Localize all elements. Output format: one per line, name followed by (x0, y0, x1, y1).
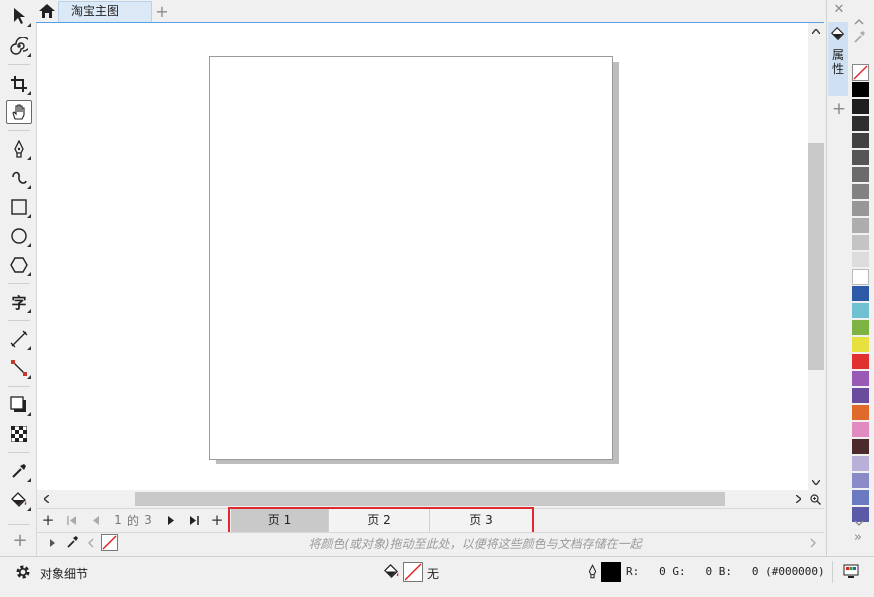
pan-tool-icon[interactable] (6, 100, 32, 124)
color-swatch[interactable] (852, 490, 869, 506)
transparency-tool-icon[interactable] (6, 422, 32, 446)
shadow-tool-icon[interactable] (6, 393, 32, 417)
pick-tool-icon[interactable] (6, 4, 32, 28)
current-page-number: 1 (114, 513, 122, 527)
total-pages-number: 3 (144, 513, 152, 527)
no-color-swatch-icon[interactable] (101, 534, 118, 551)
color-swatch[interactable] (852, 337, 869, 353)
palette-expand-icon[interactable]: » (854, 531, 866, 544)
outline-pen-icon (587, 563, 599, 581)
ellipse-tool-icon[interactable] (6, 224, 32, 248)
color-swatch[interactable] (852, 184, 869, 200)
text-tool-icon[interactable]: 字 (6, 290, 32, 314)
status-divider (832, 561, 833, 583)
color-swatch[interactable] (852, 82, 869, 98)
zoom-icon[interactable] (807, 491, 823, 507)
color-swatch[interactable] (852, 405, 869, 421)
scroll-left-icon[interactable] (38, 491, 54, 507)
previous-page-icon[interactable] (87, 510, 103, 530)
color-swatch[interactable] (852, 456, 869, 472)
connector-tool-icon[interactable] (6, 356, 32, 380)
color-swatch[interactable] (852, 252, 869, 268)
palette-down-icon[interactable] (854, 515, 866, 526)
page-tabs-highlight (228, 507, 534, 534)
outline-color-value: R: 0 G: 0 B: 0 (#000000) (626, 565, 825, 578)
close-docker-icon[interactable]: ✕ (832, 3, 846, 17)
color-swatch[interactable] (852, 388, 869, 404)
color-swatch[interactable] (852, 150, 869, 166)
horizontal-scroll-thumb[interactable] (135, 492, 725, 506)
color-swatch[interactable] (852, 167, 869, 183)
home-icon[interactable] (36, 0, 58, 22)
palette-eyedropper-icon[interactable] (66, 535, 80, 551)
color-swatch[interactable] (852, 439, 869, 455)
color-swatch[interactable] (852, 201, 869, 217)
palette-eyedropper-icon[interactable] (853, 30, 867, 44)
properties-icon (830, 26, 846, 44)
document-page[interactable] (209, 56, 613, 460)
palette-scroll-right-icon[interactable] (810, 537, 820, 549)
polygon-tool-icon[interactable] (6, 253, 32, 277)
color-swatch[interactable] (852, 116, 869, 132)
pen-tool-icon[interactable] (6, 137, 32, 161)
add-docker-button[interactable]: + (831, 100, 847, 118)
color-swatch[interactable] (852, 218, 869, 234)
document-palette-hint: 将颜色(或对象)拖动至此处，以便将这些颜色与文档存储在一起 (308, 537, 642, 551)
scroll-up-icon[interactable] (808, 23, 824, 39)
spiral-tool-icon[interactable] (6, 34, 32, 58)
outline-color-swatch[interactable] (601, 562, 621, 582)
gear-icon[interactable] (14, 563, 34, 583)
vertical-scroll-thumb[interactable] (808, 143, 824, 370)
palette-no-color-icon[interactable] (852, 64, 869, 81)
color-swatch[interactable] (852, 371, 869, 387)
color-swatch[interactable] (852, 473, 869, 489)
add-page-after-button[interactable]: + (209, 510, 225, 530)
freehand-tool-icon[interactable] (6, 166, 32, 190)
next-page-icon[interactable] (163, 510, 179, 530)
color-swatch[interactable] (852, 422, 869, 438)
color-swatch[interactable] (852, 303, 869, 319)
color-swatch[interactable] (852, 235, 869, 251)
crop-tool-icon[interactable] (6, 72, 32, 96)
color-swatch[interactable] (852, 133, 869, 149)
new-tab-button[interactable]: + (152, 1, 172, 21)
properties-label: 属性 (832, 48, 845, 76)
color-swatch[interactable] (852, 320, 869, 336)
color-swatch[interactable] (852, 269, 869, 285)
page-of-label: 的 (126, 513, 139, 528)
scroll-down-icon[interactable] (808, 474, 824, 490)
add-tool-button[interactable]: + (10, 531, 30, 551)
scroll-right-icon[interactable] (790, 491, 806, 507)
rectangle-tool-icon[interactable] (6, 195, 32, 219)
fill-none-swatch[interactable] (403, 562, 423, 582)
palette-up-icon[interactable] (854, 14, 866, 25)
fill-tool-icon[interactable] (6, 488, 32, 512)
palette-scroll-left-icon[interactable] (88, 537, 96, 549)
dimension-tool-icon[interactable] (6, 327, 32, 351)
text-tool-glyph: 字 (11, 293, 27, 312)
eyedropper-tool-icon[interactable] (6, 459, 32, 483)
color-swatch[interactable] (852, 286, 869, 302)
first-page-icon[interactable] (63, 510, 79, 530)
color-swatch[interactable] (852, 99, 869, 115)
last-page-icon[interactable] (186, 510, 202, 530)
add-page-before-button[interactable]: + (40, 510, 56, 530)
fill-status-icon (383, 563, 401, 581)
document-tab[interactable]: 淘宝主图 (58, 1, 152, 22)
fill-value-label: 无 (427, 567, 440, 581)
object-details-label[interactable]: 对象细节 (40, 565, 88, 582)
expand-arrow-icon[interactable] (50, 537, 58, 549)
color-swatch[interactable] (852, 354, 869, 370)
color-proof-icon[interactable] (843, 563, 861, 581)
